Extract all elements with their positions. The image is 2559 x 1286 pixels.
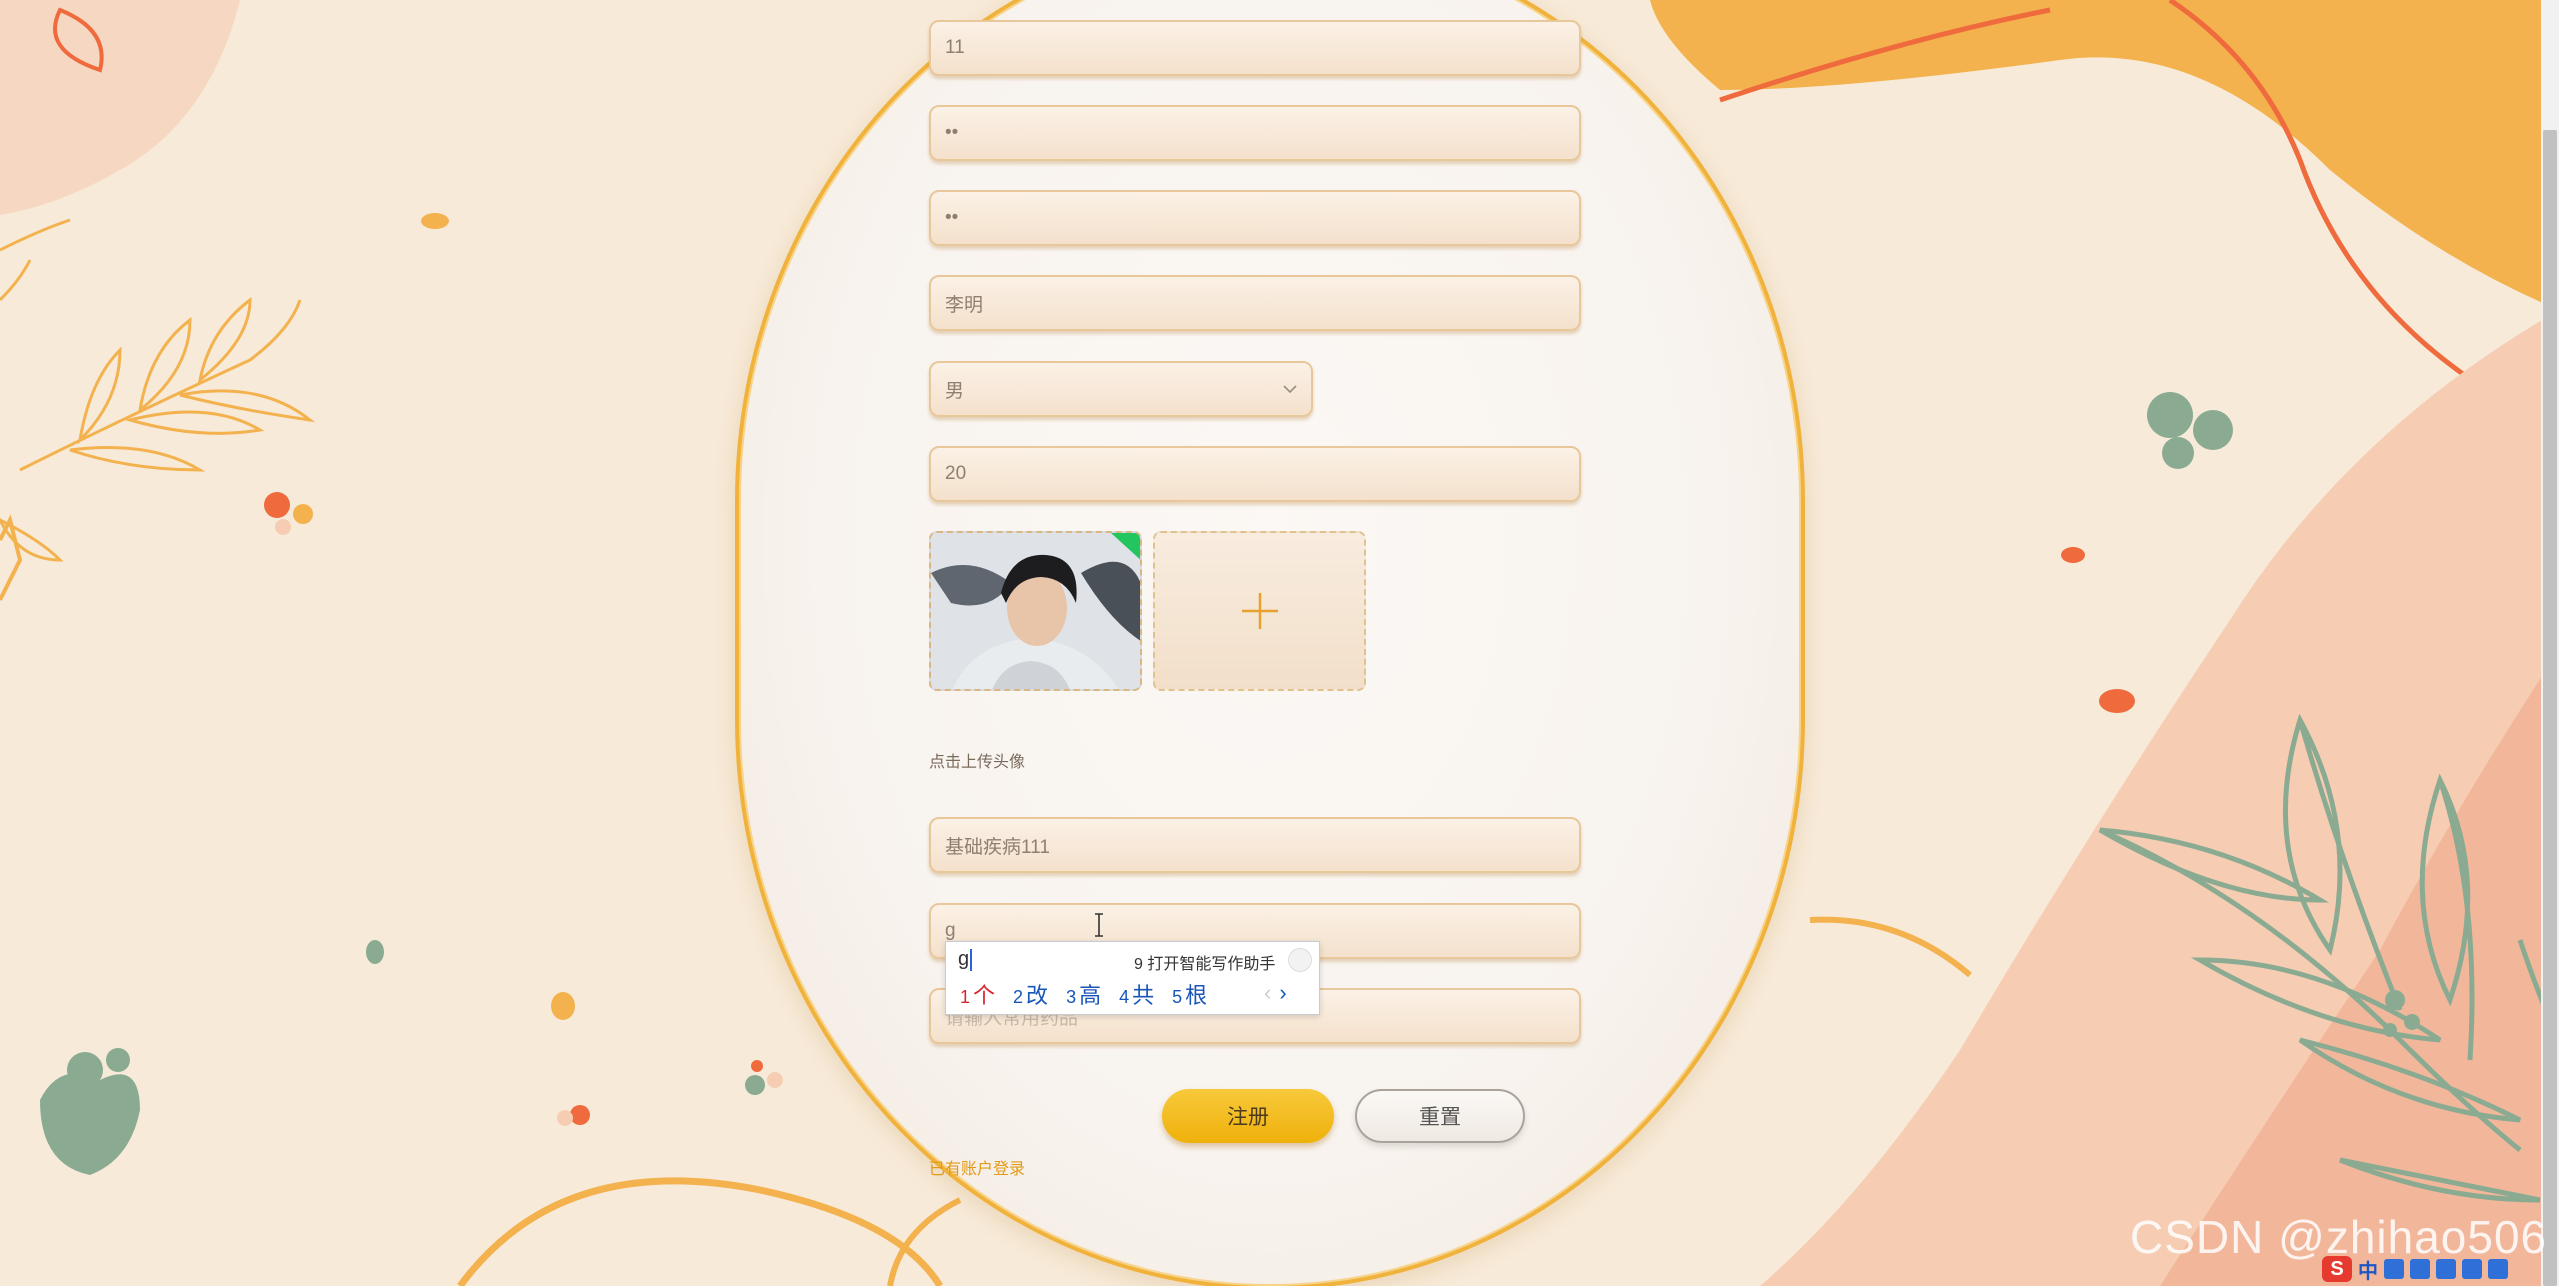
account-input[interactable]: 11 [929, 20, 1581, 76]
upload-avatar-button[interactable] [1153, 531, 1366, 691]
ime-page-nav: ‹ › [1264, 980, 1287, 1006]
gender-select[interactable]: 男 [929, 361, 1313, 417]
ime-assistant-option[interactable]: 9 打开智能写作助手 [1134, 950, 1275, 974]
punctuation-icon[interactable] [2384, 1259, 2404, 1279]
disease-input[interactable]: 基础疾病111 [929, 817, 1581, 873]
ime-candidate[interactable]: 4共 [1119, 978, 1154, 1010]
text-cursor-icon [1095, 913, 1103, 937]
sogou-logo[interactable]: S [2322, 1256, 2352, 1282]
ime-caret [970, 948, 973, 971]
password-value: •• [945, 122, 959, 143]
avatar-preview[interactable] [929, 531, 1142, 691]
confirm-password-input[interactable]: •• [929, 190, 1581, 246]
age-value: 20 [945, 463, 967, 484]
avatar-photo [931, 533, 1140, 689]
name-input[interactable]: 李明 [929, 275, 1581, 331]
confirm-password-value: •• [945, 207, 959, 228]
scrollbar-thumb[interactable] [2543, 130, 2557, 1286]
upload-hint: 点击上传头像 [929, 754, 1026, 771]
skin-icon[interactable] [2462, 1259, 2482, 1279]
microphone-icon[interactable] [2410, 1259, 2430, 1279]
password-input[interactable]: •• [929, 105, 1581, 161]
name-value: 李明 [945, 294, 984, 316]
login-link[interactable]: 已有账户登录 [929, 1155, 1025, 1179]
ime-candidate[interactable]: 5根 [1172, 978, 1207, 1010]
ime-candidate-list: 1个 2改 3高 4共 5根 [960, 978, 1207, 1010]
ime-candidate-window: g 9 打开智能写作助手 1个 2改 3高 4共 5根 ‹ › [945, 941, 1320, 1015]
ime-composition: g [958, 948, 973, 971]
ime-prev-page[interactable]: ‹ [1264, 980, 1271, 1005]
register-button[interactable]: 注册 [1162, 1089, 1334, 1143]
disease-value: 基础疾病111 [945, 836, 1050, 858]
ime-next-page[interactable]: › [1279, 980, 1286, 1005]
age-input[interactable]: 20 [929, 446, 1581, 502]
plus-icon [1241, 593, 1278, 629]
chevron-down-icon [1283, 384, 1297, 393]
ime-language-toggle[interactable]: 中 [2358, 1255, 2378, 1284]
allergy-value: g [945, 920, 956, 941]
keyboard-icon[interactable] [2436, 1259, 2456, 1279]
account-value: 11 [945, 37, 965, 58]
ime-toolbar: S 中 [2322, 1255, 2508, 1283]
toolbox-icon[interactable] [2488, 1259, 2508, 1279]
assistant-robot-icon[interactable] [1288, 948, 1312, 972]
reset-button[interactable]: 重置 [1355, 1089, 1525, 1143]
ime-candidate[interactable]: 1个 [960, 978, 995, 1010]
ime-candidate[interactable]: 2改 [1013, 978, 1048, 1010]
gender-value: 男 [945, 380, 965, 402]
ime-candidate[interactable]: 3高 [1066, 978, 1101, 1010]
